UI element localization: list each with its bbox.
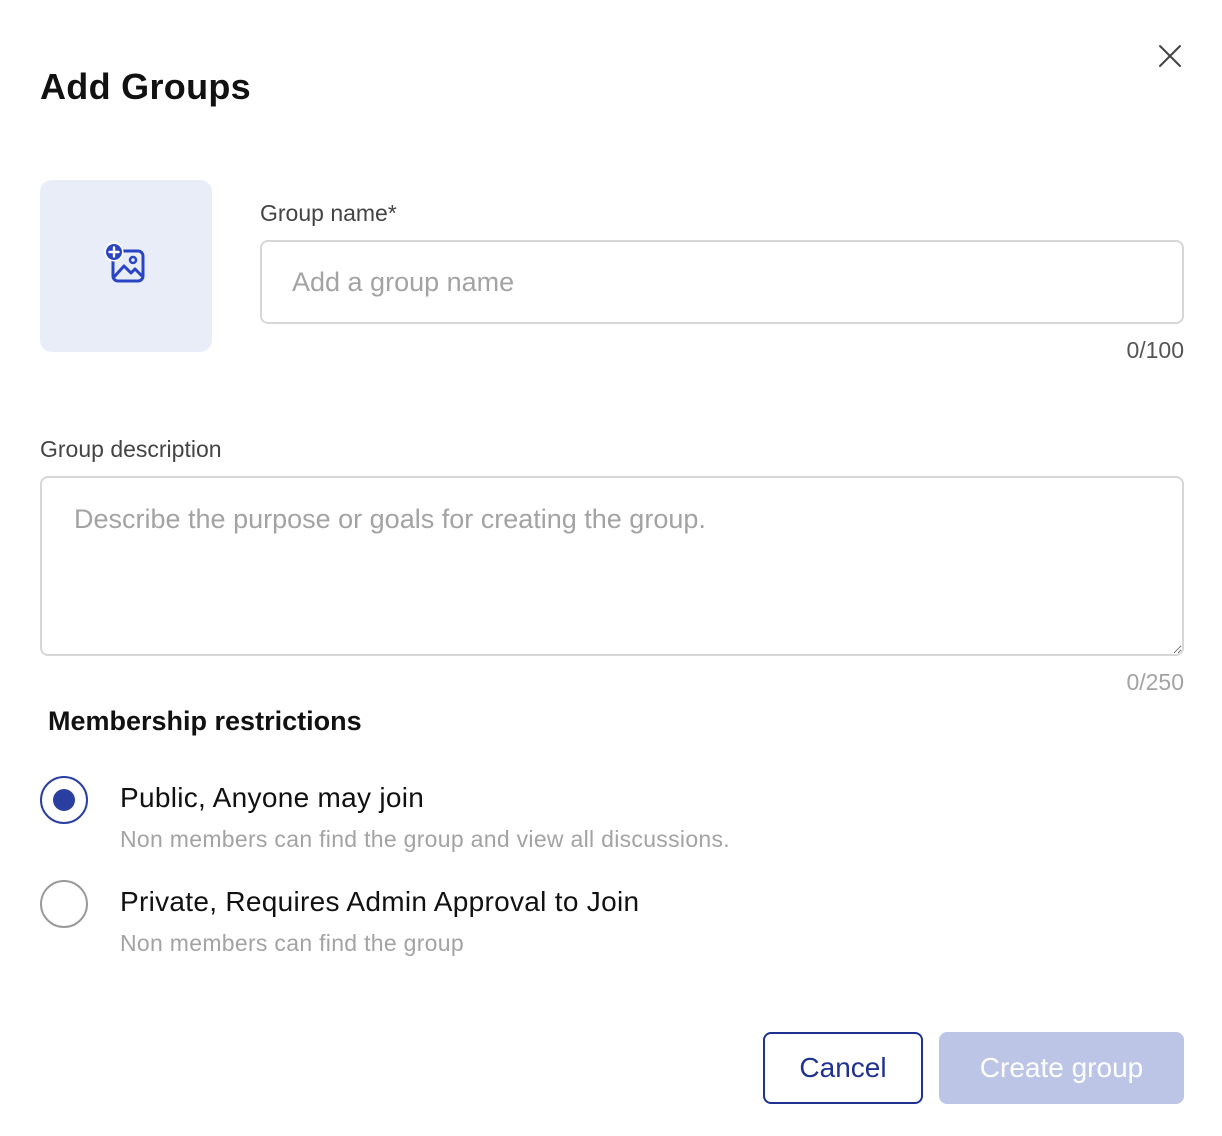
dialog-title: Add Groups (40, 66, 251, 107)
add-image-icon (104, 242, 148, 291)
radio-description-private: Non members can find the group (120, 930, 464, 956)
group-description-input[interactable] (40, 476, 1184, 656)
create-group-button[interactable]: Create group (939, 1032, 1184, 1104)
group-description-counter: 0/250 (1126, 669, 1184, 695)
radio-selected-dot (53, 789, 75, 811)
radio-label-public: Public, Anyone may join (120, 782, 425, 813)
group-description-label: Group description (40, 436, 222, 462)
cancel-button[interactable]: Cancel (763, 1032, 923, 1104)
add-groups-dialog: Add Groups Group name* 0/100 Group descr… (0, 0, 1222, 1136)
radio-button-private[interactable] (40, 880, 88, 928)
membership-restrictions-title: Membership restrictions (48, 706, 362, 736)
radio-label-private: Private, Requires Admin Approval to Join (120, 886, 640, 917)
close-icon (1157, 43, 1183, 74)
group-name-label: Group name* (260, 200, 397, 226)
group-name-input[interactable] (260, 240, 1184, 324)
group-image-upload[interactable] (40, 180, 212, 352)
radio-description-public: Non members can find the group and view … (120, 826, 730, 852)
group-name-counter: 0/100 (1126, 337, 1184, 363)
radio-button-public[interactable] (40, 776, 88, 824)
close-button[interactable] (1152, 40, 1188, 76)
